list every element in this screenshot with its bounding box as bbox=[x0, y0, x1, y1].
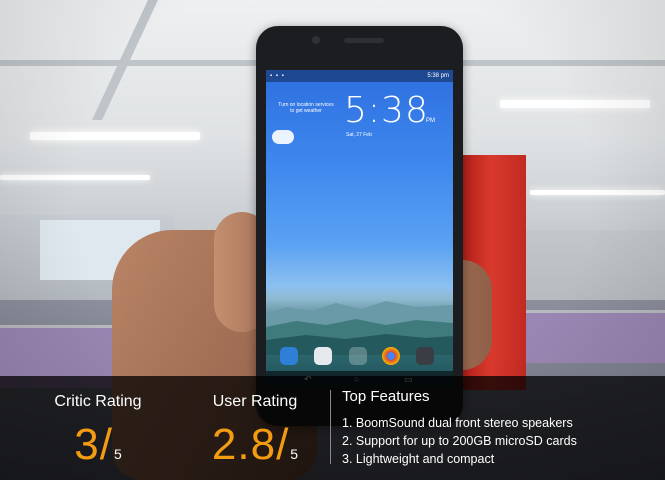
critic-rating-value: 3/5 bbox=[38, 420, 158, 470]
feature-item: 2. Support for up to 200GB microSD cards bbox=[342, 434, 577, 448]
clock-date: Sat, 27 Feb bbox=[346, 132, 372, 138]
status-time: 5:38 pm bbox=[427, 73, 449, 79]
clock-time[interactable]: 5:38 bbox=[344, 90, 429, 131]
cloud-icon bbox=[272, 130, 294, 144]
user-rating-score: 2.8 bbox=[211, 420, 277, 469]
app-dock bbox=[266, 345, 453, 371]
user-rating-label: User Rating bbox=[212, 393, 298, 410]
top-features-title: Top Features bbox=[342, 388, 430, 405]
rating-overlay: Critic Rating 3/5 User Rating 2.8/5 Top … bbox=[0, 376, 665, 480]
critic-rating-label: Critic Rating bbox=[54, 393, 142, 410]
apps-grid-icon[interactable] bbox=[349, 347, 367, 365]
messages-app-icon[interactable] bbox=[314, 347, 332, 365]
notification-icons: ▪ ▪ ▪ bbox=[270, 73, 285, 79]
camera-app-icon[interactable] bbox=[416, 347, 434, 365]
front-camera bbox=[312, 36, 320, 44]
user-rating-value: 2.8/5 bbox=[190, 420, 320, 470]
phone-app-icon[interactable] bbox=[280, 347, 298, 365]
section-divider bbox=[330, 390, 331, 464]
smartphone: ▪ ▪ ▪ 5:38 pm Turn on location services … bbox=[256, 26, 463, 426]
top-features: Top Features 1. BoomSound dual front ste… bbox=[342, 388, 652, 468]
chrome-app-icon[interactable] bbox=[382, 347, 400, 365]
weather-widget-text[interactable]: Turn on location services to get weather bbox=[276, 102, 336, 114]
earpiece-speaker bbox=[344, 38, 384, 43]
clock-ampm: PM bbox=[426, 118, 435, 124]
critic-rating: Critic Rating 3/5 bbox=[38, 376, 158, 480]
feature-item: 1. BoomSound dual front stereo speakers bbox=[342, 416, 573, 430]
user-rating-out-of: 5 bbox=[290, 446, 299, 462]
critic-rating-slash: / bbox=[99, 420, 112, 469]
phone-screen: ▪ ▪ ▪ 5:38 pm Turn on location services … bbox=[266, 70, 453, 388]
critic-rating-score: 3 bbox=[74, 420, 100, 469]
critic-rating-out-of: 5 bbox=[113, 446, 122, 462]
user-rating-slash: / bbox=[276, 420, 289, 469]
feature-item: 3. Lightweight and compact bbox=[342, 452, 495, 466]
user-rating: User Rating 2.8/5 bbox=[190, 376, 320, 480]
status-bar: ▪ ▪ ▪ 5:38 pm bbox=[266, 70, 453, 82]
